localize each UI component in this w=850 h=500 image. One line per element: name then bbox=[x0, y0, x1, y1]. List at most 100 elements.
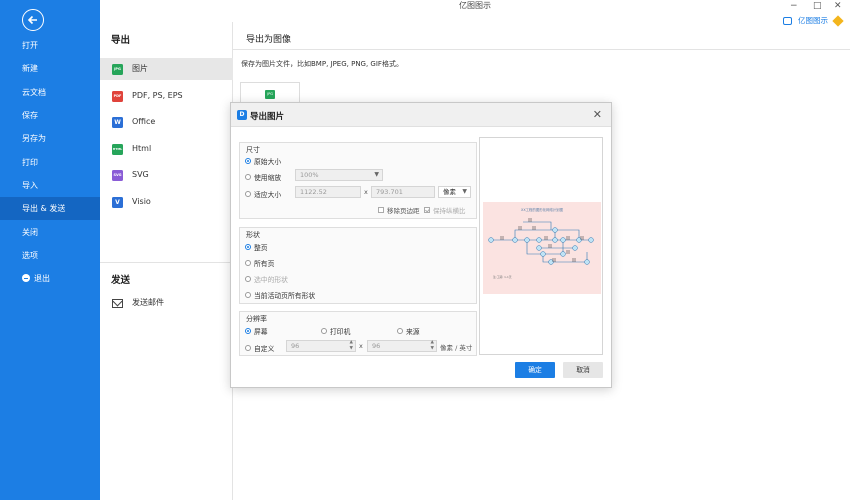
preview-diagram-image: XX工程的图形化网络计划图 注:工期: 1-1天 bbox=[483, 202, 601, 294]
format-label: Html bbox=[132, 144, 152, 153]
radio-dot bbox=[245, 191, 251, 197]
height-input[interactable]: 793.701 bbox=[371, 186, 435, 198]
caret-down-icon: ▼ bbox=[374, 171, 379, 178]
app-logo-icon: D bbox=[237, 110, 247, 120]
unit-select[interactable]: 像素 ▼ bbox=[438, 186, 471, 198]
width-input[interactable]: 1122.52 bbox=[295, 186, 361, 198]
checkbox-box bbox=[424, 207, 430, 213]
current-page-shapes-radio[interactable]: 当前活动页所有形状 bbox=[245, 290, 315, 300]
title-bar: 亿图图示 bbox=[100, 0, 850, 14]
selected-shapes-label: 选中的形状 bbox=[254, 276, 288, 284]
svg-file-icon: SVG bbox=[112, 169, 123, 181]
minimize-button[interactable]: − bbox=[790, 0, 798, 12]
zoom-value: 100% bbox=[300, 171, 319, 179]
dpi-x-input[interactable]: 96 ▲ ▼ bbox=[286, 340, 356, 352]
shape-group: 形状 整页 所有页 选中的形状 当前活动页所有形状 bbox=[239, 227, 477, 304]
back-button[interactable] bbox=[22, 9, 44, 31]
dialog-close-button[interactable]: ✕ bbox=[593, 108, 602, 121]
format-item-office[interactable]: W Office bbox=[100, 111, 233, 133]
radio-dot bbox=[245, 328, 251, 334]
mail-icon bbox=[112, 298, 123, 308]
caret-down-icon: ▼ bbox=[462, 188, 467, 195]
printer-label: 打印机 bbox=[330, 328, 351, 336]
format-label: PDF, PS, EPS bbox=[132, 91, 183, 100]
spinner-arrows-icon: ▲ ▼ bbox=[349, 340, 353, 351]
export-panel: 导出 JPG 图片 PDF PDF, PS, EPS W Office HTML… bbox=[100, 22, 233, 500]
sidebar-item-save-as[interactable]: 另存为 bbox=[0, 127, 100, 150]
format-item-visio[interactable]: V Visio bbox=[100, 191, 233, 213]
all-pages-radio[interactable]: 所有页 bbox=[245, 258, 274, 268]
remove-margin-checkbox[interactable]: 移除页边距 bbox=[378, 205, 420, 215]
send-email-item[interactable]: 发送邮件 bbox=[100, 292, 233, 314]
sidebar-item-new[interactable]: 新建 bbox=[0, 57, 100, 80]
use-zoom-label: 使用缩放 bbox=[254, 174, 282, 182]
dialog-title: 导出图片 bbox=[250, 112, 285, 122]
original-size-label: 原始大小 bbox=[254, 158, 282, 166]
sidebar-item-import[interactable]: 导入 bbox=[0, 174, 100, 197]
format-item-svg[interactable]: SVG SVG bbox=[100, 164, 233, 186]
size-group: 尺寸 原始大小 使用缩放 100% ▼ 适应大小 1122.52 x 793.7… bbox=[239, 142, 477, 219]
checkbox-box bbox=[378, 207, 384, 213]
maximize-button[interactable]: □ bbox=[813, 0, 822, 12]
shape-group-label: 形状 bbox=[246, 231, 260, 239]
radio-dot bbox=[245, 158, 251, 164]
cancel-button[interactable]: 取消 bbox=[563, 362, 603, 378]
use-zoom-radio[interactable]: 使用缩放 bbox=[245, 172, 281, 182]
close-window-button[interactable]: ✕ bbox=[834, 0, 842, 12]
format-item-pdf[interactable]: PDF PDF, PS, EPS bbox=[100, 85, 233, 107]
current-page-shapes-label: 当前活动页所有形状 bbox=[254, 292, 316, 300]
visio-file-icon: V bbox=[112, 196, 123, 208]
dpi-x-value: 96 bbox=[291, 342, 300, 350]
preview-pane: XX工程的图形化网络计划图 注:工期: 1-1天 bbox=[479, 137, 603, 355]
radio-dot bbox=[245, 292, 251, 298]
jpg-file-icon: JPG bbox=[265, 90, 275, 99]
sidebar-item-close[interactable]: 关闭 bbox=[0, 221, 100, 244]
screen-radio[interactable]: 屏幕 bbox=[245, 326, 268, 336]
sidebar-item-cloud[interactable]: 云文档 bbox=[0, 81, 100, 104]
send-email-label: 发送邮件 bbox=[132, 298, 164, 307]
preview-note: 注:工期: 1-1天 bbox=[493, 275, 512, 279]
content-header: 导出为图像 bbox=[233, 22, 850, 50]
radio-dot bbox=[245, 276, 251, 282]
times-label: x bbox=[364, 188, 368, 196]
zoom-select[interactable]: 100% ▼ bbox=[295, 169, 383, 181]
whole-page-radio[interactable]: 整页 bbox=[245, 242, 268, 252]
keep-ratio-checkbox[interactable]: 保持纵横比 bbox=[424, 205, 466, 215]
whole-page-label: 整页 bbox=[254, 244, 268, 252]
custom-label: 自定义 bbox=[254, 345, 275, 353]
window-title: 亿图图示 bbox=[459, 1, 491, 10]
source-radio[interactable]: 来源 bbox=[397, 326, 420, 336]
sidebar-item-exit-label: 退出 bbox=[34, 274, 50, 283]
original-size-radio[interactable]: 原始大小 bbox=[245, 156, 281, 166]
selected-shapes-radio[interactable]: 选中的形状 bbox=[245, 274, 288, 284]
send-section-title: 发送 bbox=[111, 275, 131, 286]
all-pages-label: 所有页 bbox=[254, 260, 275, 268]
custom-radio[interactable]: 自定义 bbox=[245, 343, 274, 353]
sidebar-item-exit[interactable]: 退出 bbox=[0, 267, 100, 290]
resolution-group-label: 分辨率 bbox=[246, 315, 267, 323]
preview-title: XX工程的图形化网络计划图 bbox=[521, 207, 564, 212]
format-item-html[interactable]: HTML Html bbox=[100, 138, 233, 160]
ok-button[interactable]: 确定 bbox=[515, 362, 555, 378]
format-label: Visio bbox=[132, 197, 151, 206]
fit-size-label: 适应大小 bbox=[254, 191, 282, 199]
sidebar-item-open[interactable]: 打开 bbox=[0, 34, 100, 57]
unit-value: 像素 bbox=[443, 188, 456, 196]
spinner-arrows-icon: ▲ ▼ bbox=[430, 340, 434, 351]
section-divider bbox=[100, 262, 233, 263]
sidebar-item-save[interactable]: 保存 bbox=[0, 104, 100, 127]
dialog-header: D 导出图片 ✕ bbox=[231, 103, 611, 127]
radio-dot bbox=[397, 328, 403, 334]
sidebar-item-export-send[interactable]: 导出 & 发送 bbox=[0, 197, 100, 220]
fit-size-radio[interactable]: 适应大小 bbox=[245, 189, 281, 199]
screen-label: 屏幕 bbox=[254, 328, 268, 336]
radio-dot bbox=[321, 328, 327, 334]
printer-radio[interactable]: 打印机 bbox=[321, 326, 350, 336]
times-label: x bbox=[359, 342, 363, 350]
sidebar-item-options[interactable]: 选项 bbox=[0, 244, 100, 267]
file-menu-sidebar: 打开 新建 云文档 保存 另存为 打印 导入 导出 & 发送 关闭 选项 退出 bbox=[0, 0, 100, 500]
arrow-left-icon bbox=[27, 15, 37, 25]
dpi-y-input[interactable]: 96 ▲ ▼ bbox=[367, 340, 437, 352]
format-item-image[interactable]: JPG 图片 bbox=[100, 58, 233, 80]
sidebar-item-print[interactable]: 打印 bbox=[0, 151, 100, 174]
